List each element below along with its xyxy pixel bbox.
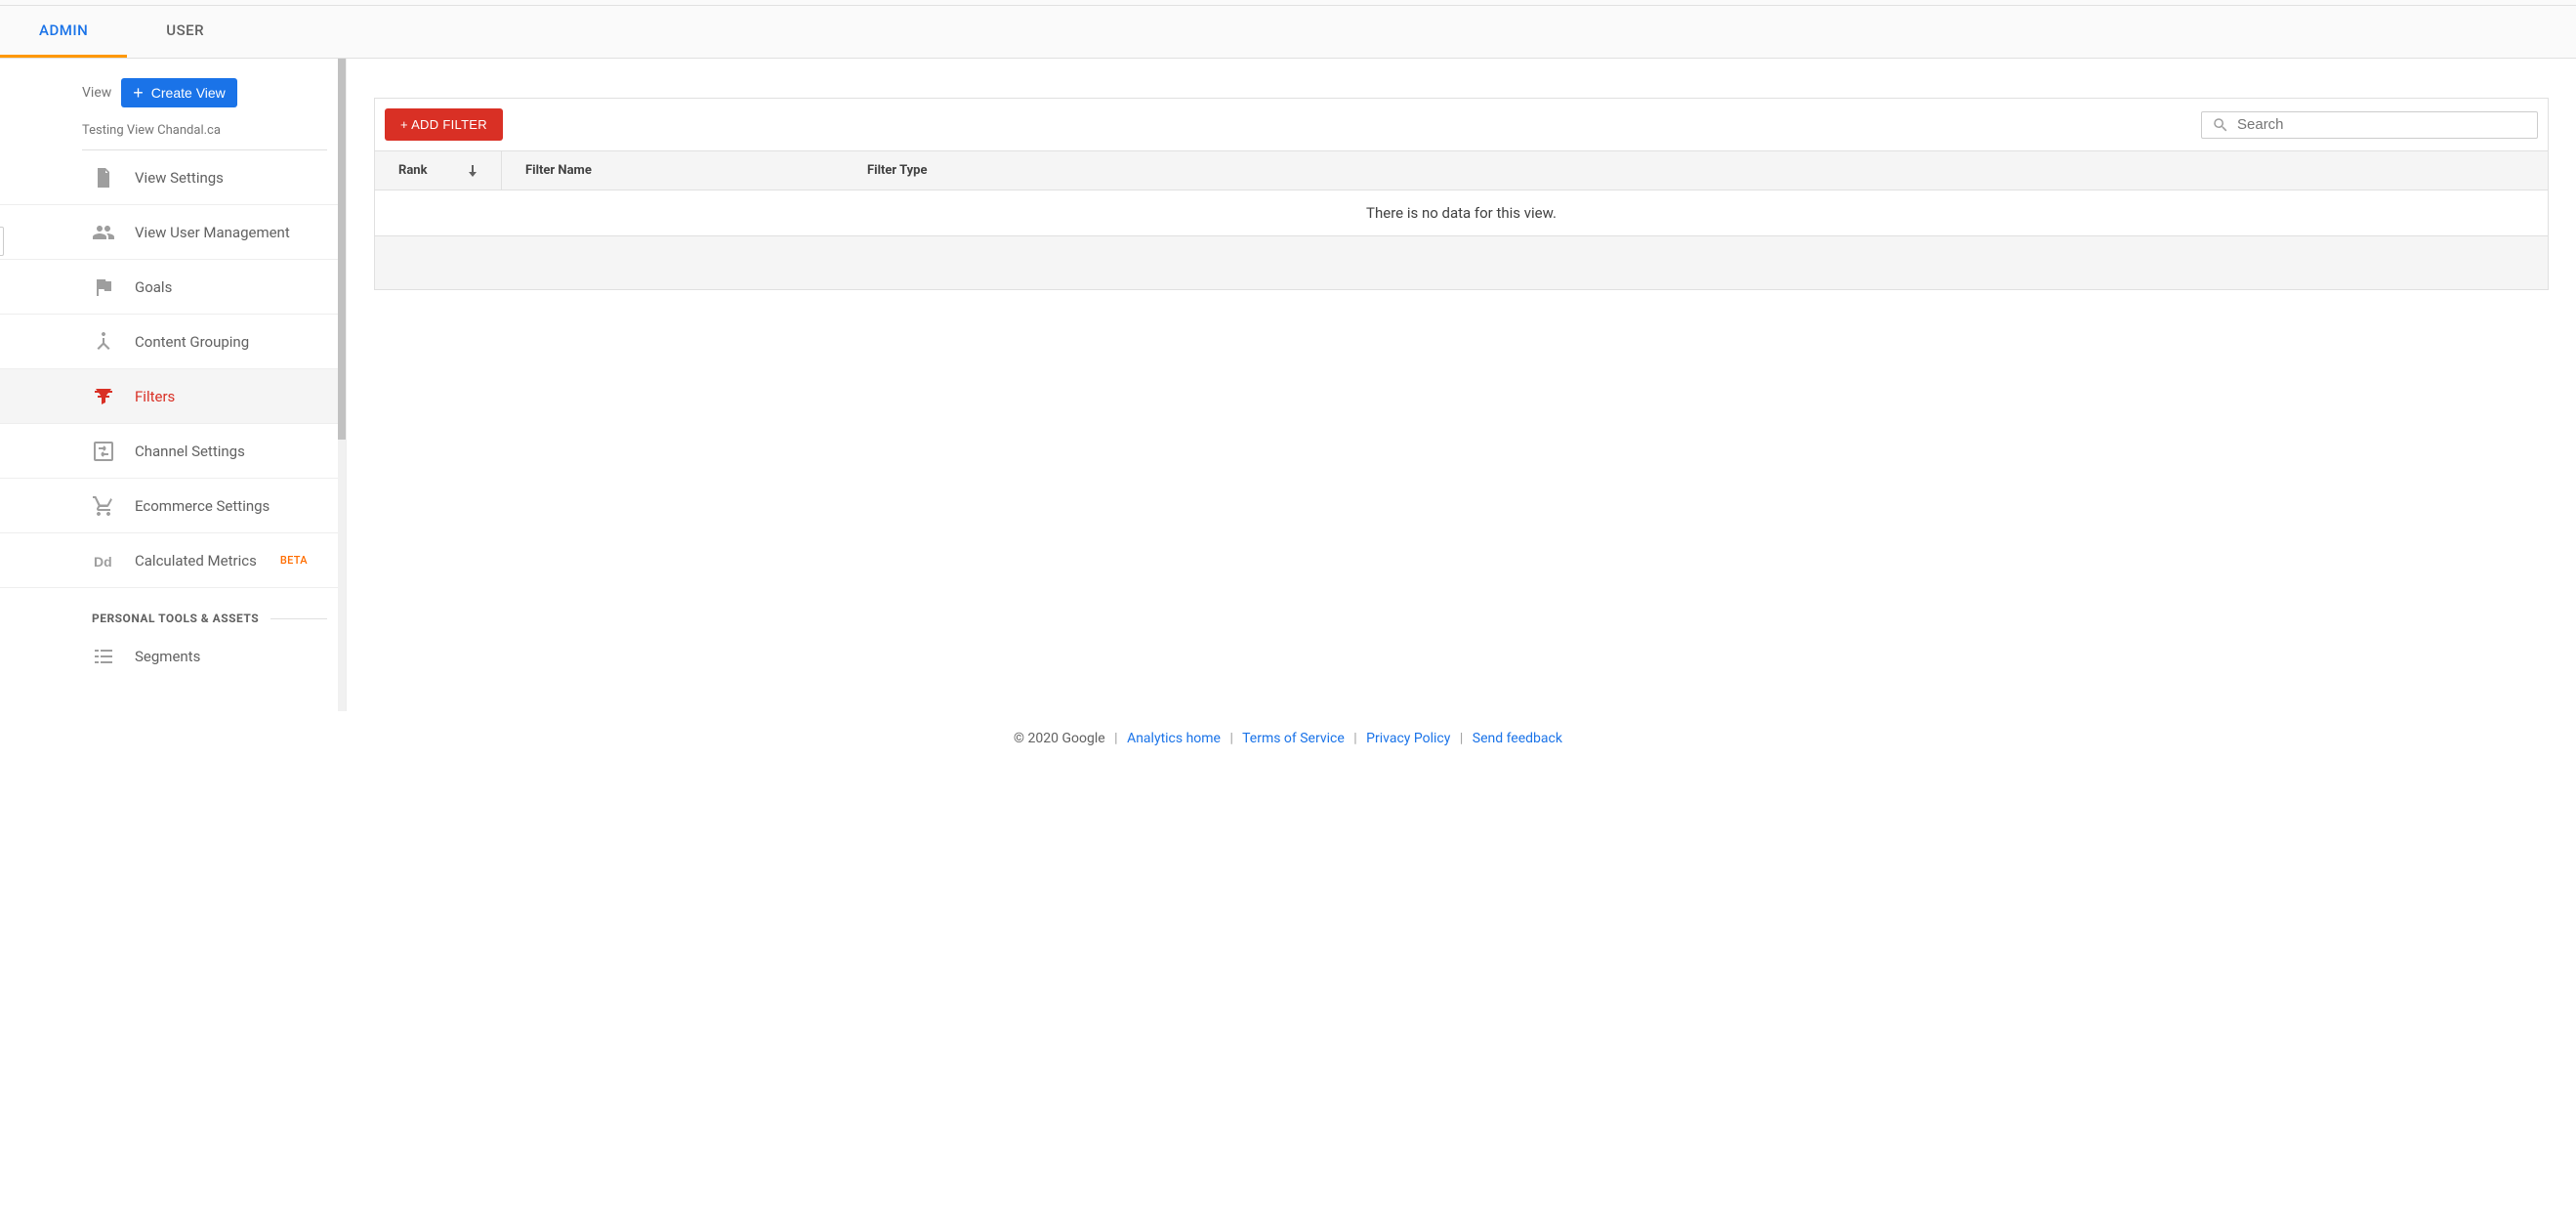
empty-state-row: There is no data for this view. [375, 190, 2548, 236]
create-view-button[interactable]: + Create View [121, 78, 237, 107]
menu-label: Goals [135, 278, 172, 296]
menu-label: View Settings [135, 169, 224, 187]
footer-link-home[interactable]: Analytics home [1127, 731, 1221, 746]
view-label: View [82, 85, 111, 101]
tab-admin[interactable]: ADMIN [0, 6, 127, 58]
sort-down-icon [468, 165, 478, 177]
section-divider [270, 618, 327, 619]
content-area: + ADD FILTER Rank Filter Name Filter Typ… [347, 59, 2576, 711]
sidebar-item-content-grouping[interactable]: Content Grouping [0, 315, 339, 369]
menu-label: Ecommerce Settings [135, 497, 270, 515]
menu-label: Segments [135, 648, 200, 665]
footer-sep: | [1229, 731, 1232, 746]
add-filter-button[interactable]: + ADD FILTER [385, 108, 503, 141]
view-name: Testing View Chandal.ca [0, 117, 339, 149]
column-filter-name[interactable]: Filter Name [502, 151, 844, 190]
funnel-icon [92, 385, 115, 408]
people-icon [92, 221, 115, 244]
menu-label: Calculated Metrics [135, 552, 257, 570]
column-filter-type[interactable]: Filter Type [844, 151, 2548, 190]
footer-link-privacy[interactable]: Privacy Policy [1366, 731, 1450, 746]
menu-label: Channel Settings [135, 443, 245, 460]
table-header: Rank Filter Name Filter Type [375, 150, 2548, 190]
swap-icon [92, 440, 115, 463]
search-input[interactable] [2237, 116, 2527, 133]
create-view-label: Create View [151, 85, 226, 101]
sidebar-item-segments[interactable]: Segments [0, 635, 339, 678]
column-rank-label: Rank [398, 163, 428, 178]
sidebar-item-user-management[interactable]: View User Management [0, 205, 339, 260]
sidebar-item-calculated-metrics[interactable]: Dd Calculated Metrics BETA [0, 533, 339, 588]
person-merge-icon [92, 330, 115, 354]
back-button[interactable] [0, 227, 4, 256]
footer-copyright: © 2020 Google [1014, 731, 1105, 746]
menu-label: View User Management [135, 224, 290, 241]
sidebar-item-ecommerce-settings[interactable]: Ecommerce Settings [0, 479, 339, 533]
footer-sep: | [1460, 731, 1463, 746]
sidebar-item-channel-settings[interactable]: Channel Settings [0, 424, 339, 479]
sidebar-item-goals[interactable]: Goals [0, 260, 339, 315]
segments-icon [92, 645, 115, 668]
search-box[interactable] [2201, 111, 2538, 139]
main-layout: View + Create View Testing View Chandal.… [0, 59, 2576, 711]
section-header-label: PERSONAL TOOLS & ASSETS [92, 612, 259, 625]
view-header: View + Create View [0, 78, 339, 117]
scrollbar-thumb[interactable] [338, 59, 346, 440]
document-icon [92, 166, 115, 190]
beta-badge: BETA [280, 554, 308, 567]
sidebar: View + Create View Testing View Chandal.… [0, 59, 339, 678]
sidebar-container: View + Create View Testing View Chandal.… [0, 59, 347, 711]
table-footer [375, 236, 2548, 289]
sidebar-item-view-settings[interactable]: View Settings [0, 150, 339, 205]
footer-link-feedback[interactable]: Send feedback [1473, 731, 1562, 746]
menu-label: Content Grouping [135, 333, 249, 351]
page-footer: © 2020 Google | Analytics home | Terms o… [0, 711, 2576, 766]
search-icon [2212, 116, 2229, 134]
footer-sep: | [1114, 731, 1117, 746]
dd-icon: Dd [92, 549, 115, 572]
tab-user[interactable]: USER [127, 6, 243, 58]
svg-text:Dd: Dd [94, 554, 112, 570]
menu-label: Filters [135, 388, 175, 405]
sidebar-item-filters[interactable]: Filters [0, 369, 339, 424]
plus-icon: + [133, 84, 144, 102]
column-rank[interactable]: Rank [375, 151, 502, 190]
panel-toolbar: + ADD FILTER [375, 99, 2548, 150]
filters-panel: + ADD FILTER Rank Filter Name Filter Typ… [374, 98, 2549, 290]
cart-icon [92, 494, 115, 518]
section-header-personal: PERSONAL TOOLS & ASSETS [0, 588, 339, 635]
flag-icon [92, 275, 115, 299]
footer-sep: | [1353, 731, 1356, 746]
nav-tabs: ADMIN USER [0, 6, 2576, 59]
footer-link-terms[interactable]: Terms of Service [1242, 731, 1345, 746]
